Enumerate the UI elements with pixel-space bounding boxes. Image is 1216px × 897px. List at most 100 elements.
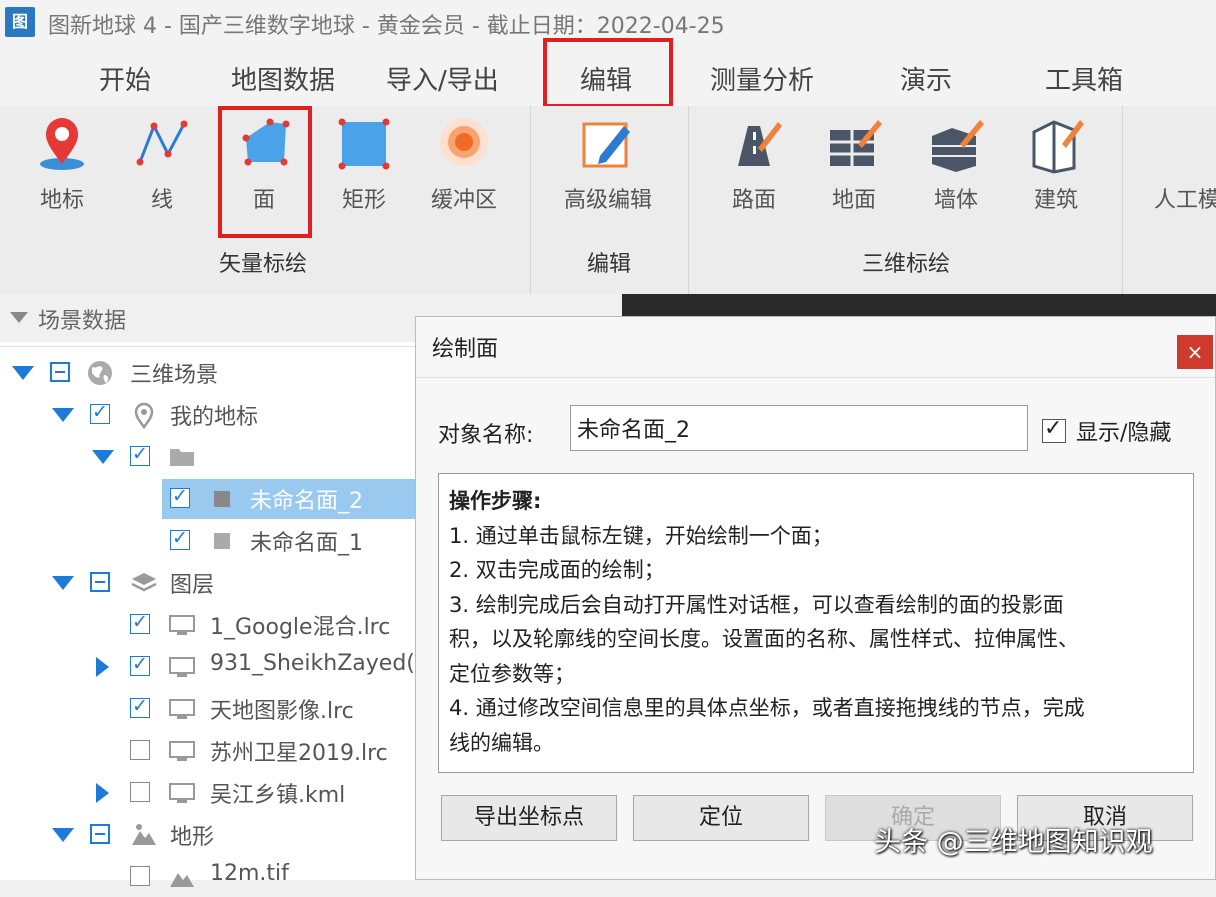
show-hide-label: 显示/隐藏 (1076, 421, 1172, 446)
ground-icon (830, 120, 882, 166)
tree-node-label: 地形 (170, 825, 215, 850)
locate-button[interactable]: 定位 (633, 795, 809, 841)
ribbon-separator (1122, 106, 1123, 294)
terrain-icon (132, 824, 156, 845)
tree-node-label: 未命名面_1 (250, 531, 363, 556)
buffer-button[interactable]: 缓冲区 (416, 106, 512, 236)
line-button[interactable]: 线 (114, 106, 210, 236)
collapse-arrow-icon[interactable] (96, 657, 109, 677)
tab-toolbox[interactable]: 工具箱 (1045, 60, 1123, 97)
expand-arrow-icon[interactable] (52, 408, 74, 422)
monitor-icon (169, 783, 195, 803)
tree-node-label: 图层 (170, 573, 215, 598)
instruction-line: 4. 通过修改空间信息里的具体点坐标，或者直接拖拽线的节点，完成 (449, 696, 1085, 720)
expand-arrow-icon[interactable] (92, 450, 114, 464)
wall-icon (932, 120, 984, 172)
line-label: 线 (150, 188, 173, 213)
tree-node-label: 吴江乡镇.kml (210, 783, 346, 808)
tree-checkbox[interactable] (50, 362, 70, 382)
expand-arrow-icon[interactable] (52, 576, 74, 590)
tree-node-label: 931_SheikhZayed( (210, 651, 415, 676)
instruction-line: 1. 通过单击鼠标左键，开始绘制一个面； (449, 523, 833, 548)
expand-arrow-icon[interactable] (12, 366, 34, 380)
tree-checkbox[interactable] (90, 824, 110, 844)
tab-measure-analysis[interactable]: 测量分析 (710, 60, 814, 97)
tree-checkbox[interactable] (170, 527, 190, 550)
show-hide-checkbox[interactable] (1042, 416, 1066, 443)
manual-model-label: 人工模 (1154, 188, 1216, 213)
tree-checkbox[interactable] (130, 611, 150, 634)
tree-node-label: 苏州卫星2019.lrc (210, 741, 388, 766)
collapse-arrow-icon[interactable] (96, 783, 109, 803)
draw-polygon-dialog: 绘制面 × 对象名称: 显示/隐藏 操作步骤: 1. 通过单击鼠标左键，开始绘制… (415, 316, 1216, 880)
rectangle-icon (338, 118, 390, 170)
tab-map-data[interactable]: 地图数据 (231, 60, 335, 97)
ribbon-panel: 地标 线 面 矩形 缓冲区 矢量标绘 高级编辑 编辑 路面 地面 墙体 建筑 三… (0, 106, 1216, 295)
collapse-triangle-icon[interactable] (10, 312, 28, 323)
object-name-input[interactable] (570, 405, 1028, 451)
edit-tab-highlight (543, 38, 673, 108)
dialog-title: 绘制面 (432, 337, 499, 362)
advanced-edit-icon (582, 122, 630, 168)
tree-checkbox[interactable] (130, 782, 150, 802)
ground-label: 地面 (831, 188, 876, 213)
layers-icon (131, 573, 157, 592)
rectangle-button[interactable]: 矩形 (316, 106, 412, 236)
advanced-edit-button[interactable]: 高级编辑 (560, 106, 656, 236)
building-label: 建筑 (1033, 188, 1078, 213)
ribbon-separator (530, 106, 531, 294)
advanced-edit-label: 高级编辑 (563, 188, 652, 213)
close-icon[interactable]: × (1177, 335, 1213, 369)
manual-model-button[interactable]: 人工模 (1148, 106, 1216, 236)
building-button[interactable]: 建筑 (1008, 106, 1104, 236)
tab-start[interactable]: 开始 (99, 60, 151, 97)
tree-node-label: 1_Google混合.lrc (210, 615, 391, 640)
monitor-icon (169, 615, 195, 635)
tree-node-label: 未命名面_2 (250, 489, 363, 514)
building-icon (1032, 120, 1084, 174)
tree-checkbox[interactable] (130, 740, 150, 760)
instruction-line: 积，以及轮廓线的空间长度。设置面的名称、属性样式、拉伸属性、 (449, 627, 1079, 651)
tree-checkbox[interactable] (130, 443, 150, 466)
ribbon-separator (688, 106, 689, 294)
tree-checkbox[interactable] (130, 653, 150, 676)
tree-checkbox[interactable] (170, 485, 190, 508)
ground-button[interactable]: 地面 (806, 106, 902, 236)
globe-icon (88, 361, 112, 385)
instructions-box: 操作步骤: 1. 通过单击鼠标左键，开始绘制一个面； 2. 双击完成面的绘制； … (438, 473, 1194, 773)
instruction-line: 线的编辑。 (449, 730, 554, 755)
polygon-item-icon (214, 491, 230, 507)
instruction-line: 2. 双击完成面的绘制； (449, 558, 665, 582)
road-button[interactable]: 路面 (706, 106, 802, 236)
polygon-button-highlight (218, 106, 312, 238)
tree-checkbox[interactable] (130, 866, 150, 886)
placemark-label: 地标 (39, 188, 84, 213)
wall-label: 墙体 (933, 188, 978, 213)
scene-panel-title: 场景数据 (38, 309, 127, 334)
map-view[interactable] (622, 294, 1216, 316)
instructions-heading: 操作步骤: (449, 489, 542, 513)
edit-group-label: 编辑 (586, 252, 631, 277)
road-icon (738, 122, 782, 166)
3d-group-label: 三维标绘 (861, 252, 950, 277)
monitor-icon (169, 741, 195, 761)
wall-button[interactable]: 墙体 (908, 106, 1004, 236)
instruction-line: 定位参数等； (449, 661, 575, 686)
placemark-icon (40, 118, 84, 170)
tree-checkbox[interactable] (90, 401, 110, 424)
tree-checkbox[interactable] (130, 695, 150, 718)
tree-checkbox[interactable] (90, 572, 110, 592)
dialog-divider (416, 377, 1215, 378)
placemark-button[interactable]: 地标 (14, 106, 110, 236)
road-label: 路面 (731, 188, 776, 213)
location-pin-icon (134, 402, 154, 429)
monitor-icon (169, 657, 195, 677)
tab-presentation[interactable]: 演示 (900, 60, 952, 97)
tree-node-label: 12m.tif (210, 861, 289, 886)
app-logo: 图 (5, 7, 35, 37)
terrain-icon (170, 873, 194, 887)
polygon-item-icon (214, 533, 230, 549)
expand-arrow-icon[interactable] (52, 828, 74, 842)
tab-import-export[interactable]: 导入/导出 (386, 60, 499, 97)
export-coordinates-button[interactable]: 导出坐标点 (441, 795, 617, 841)
